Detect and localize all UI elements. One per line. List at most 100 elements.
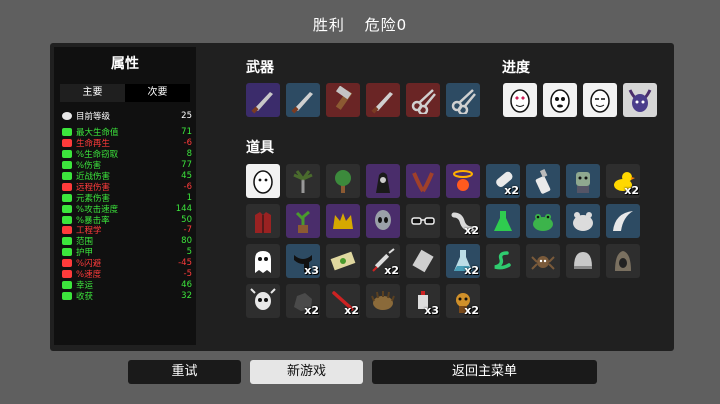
item-slot[interactable]: x3 <box>286 244 320 278</box>
item-count: x2 <box>344 304 359 317</box>
item-slot[interactable] <box>286 164 320 198</box>
main-menu-button[interactable]: 返回主菜单 <box>372 360 597 384</box>
item-slot[interactable]: x2 <box>366 244 400 278</box>
item-slot[interactable]: x2 <box>286 284 320 318</box>
item-slot[interactable]: x3 <box>406 284 440 318</box>
item-slot[interactable]: x2 <box>446 204 480 238</box>
item-slot[interactable] <box>366 284 400 318</box>
progress-slot[interactable] <box>623 83 657 117</box>
item-count: x3 <box>304 264 319 277</box>
hammer-icon <box>335 86 353 110</box>
stat-row: 最大生命值 71 <box>62 127 192 138</box>
progress-slot[interactable] <box>503 83 537 117</box>
stat-row: %生命窃取 8 <box>62 149 192 160</box>
harvest-icon <box>62 291 72 300</box>
item-slot[interactable] <box>526 204 560 238</box>
item-slot[interactable]: x2 <box>446 284 480 318</box>
crown-icon <box>333 213 353 229</box>
stat-row: 元素伤害 1 <box>62 192 192 204</box>
progress-title: 进度 <box>502 60 530 76</box>
item-slot[interactable]: x2 <box>326 284 360 318</box>
item-slot[interactable] <box>406 204 440 238</box>
item-slot[interactable] <box>366 164 400 198</box>
bottle-icon <box>535 169 551 194</box>
glasses-icon <box>411 217 435 225</box>
weapon-slot[interactable] <box>406 83 440 117</box>
weapon-slot[interactable] <box>246 83 280 117</box>
knife-icon <box>251 92 273 114</box>
item-slot[interactable] <box>246 244 280 278</box>
result-title: 胜利 危险0 <box>0 14 720 35</box>
stat-row: %伤害 77 <box>62 160 192 171</box>
weapon-slot[interactable] <box>286 83 320 117</box>
item-slot[interactable] <box>606 204 640 238</box>
item-slot[interactable] <box>486 204 520 238</box>
danger-label: 危险0 <box>364 16 408 34</box>
item-slot[interactable] <box>406 164 440 198</box>
stat-value: 46 <box>181 279 192 290</box>
item-slot[interactable] <box>246 204 280 238</box>
weapon-slot[interactable] <box>366 83 400 117</box>
speed-icon <box>62 270 72 279</box>
egg-love-icon <box>510 89 530 113</box>
stat-value: 71 <box>181 127 192 138</box>
jacket-icon <box>255 212 271 233</box>
potion-icon <box>494 211 512 231</box>
progress-slot[interactable] <box>543 83 577 117</box>
helmet-icon <box>574 252 592 269</box>
item-slot[interactable] <box>566 164 600 198</box>
item-count: x2 <box>464 224 479 237</box>
item-slot[interactable] <box>246 284 280 318</box>
item-slot[interactable] <box>566 204 600 238</box>
item-slot[interactable] <box>486 244 520 278</box>
progress-slot[interactable] <box>583 83 617 117</box>
tab-primary[interactable]: 主要 <box>60 84 125 102</box>
item-slot[interactable] <box>606 244 640 278</box>
item-slot[interactable]: x2 <box>486 164 520 198</box>
item-slot[interactable] <box>446 164 480 198</box>
item-slot[interactable] <box>286 204 320 238</box>
palm-tree-icon <box>293 170 313 193</box>
bear-icon <box>573 212 593 231</box>
item-slot[interactable] <box>406 244 440 278</box>
item-slot[interactable] <box>326 204 360 238</box>
stat-row: %攻击速度 144 <box>62 203 192 215</box>
stat-value: -6 <box>183 181 192 192</box>
item-slot[interactable]: x2 <box>446 244 480 278</box>
melee-icon <box>62 172 72 180</box>
zombie-icon <box>576 172 590 193</box>
tree-icon <box>335 170 351 193</box>
item-slot[interactable] <box>526 244 560 278</box>
item-slot[interactable]: x2 <box>606 164 640 198</box>
item-slot[interactable] <box>326 244 360 278</box>
stat-row: 收获 32 <box>62 290 192 302</box>
stat-value: 1 <box>186 192 192 203</box>
item-slot[interactable] <box>366 204 400 238</box>
items-title: 道具 <box>246 140 274 156</box>
stat-row: %闪避 -45 <box>62 258 192 269</box>
weapon-slot[interactable] <box>446 83 480 117</box>
knife-icon <box>291 92 313 114</box>
knife-icon <box>371 92 393 114</box>
heart-icon <box>62 128 72 137</box>
stat-value: 5 <box>186 247 192 258</box>
item-slot[interactable] <box>246 164 280 198</box>
retry-button[interactable]: 重试 <box>128 360 241 384</box>
stat-list: 最大生命值 71 生命再生 -6 %生命窃取 8 %伤害 77 近战伤害 45 远程伤害 -6 元素伤害… <box>62 127 192 302</box>
item-slot[interactable] <box>526 164 560 198</box>
item-slot[interactable] <box>326 164 360 198</box>
alien-icon <box>375 210 391 230</box>
regen-icon <box>62 139 72 148</box>
ranged-icon <box>62 182 72 191</box>
weapon-slot[interactable] <box>326 83 360 117</box>
new-game-button[interactable]: 新游戏 <box>250 360 363 384</box>
stat-value: 8 <box>186 149 192 160</box>
crit-icon <box>62 215 72 224</box>
stat-value: -5 <box>183 269 192 280</box>
snake-icon <box>494 251 511 270</box>
stat-row: 远程伤害 -6 <box>62 181 192 193</box>
item-slot[interactable] <box>566 244 600 278</box>
dodge-icon <box>62 259 72 268</box>
tab-secondary[interactable]: 次要 <box>125 84 190 102</box>
hood-icon <box>615 251 631 271</box>
